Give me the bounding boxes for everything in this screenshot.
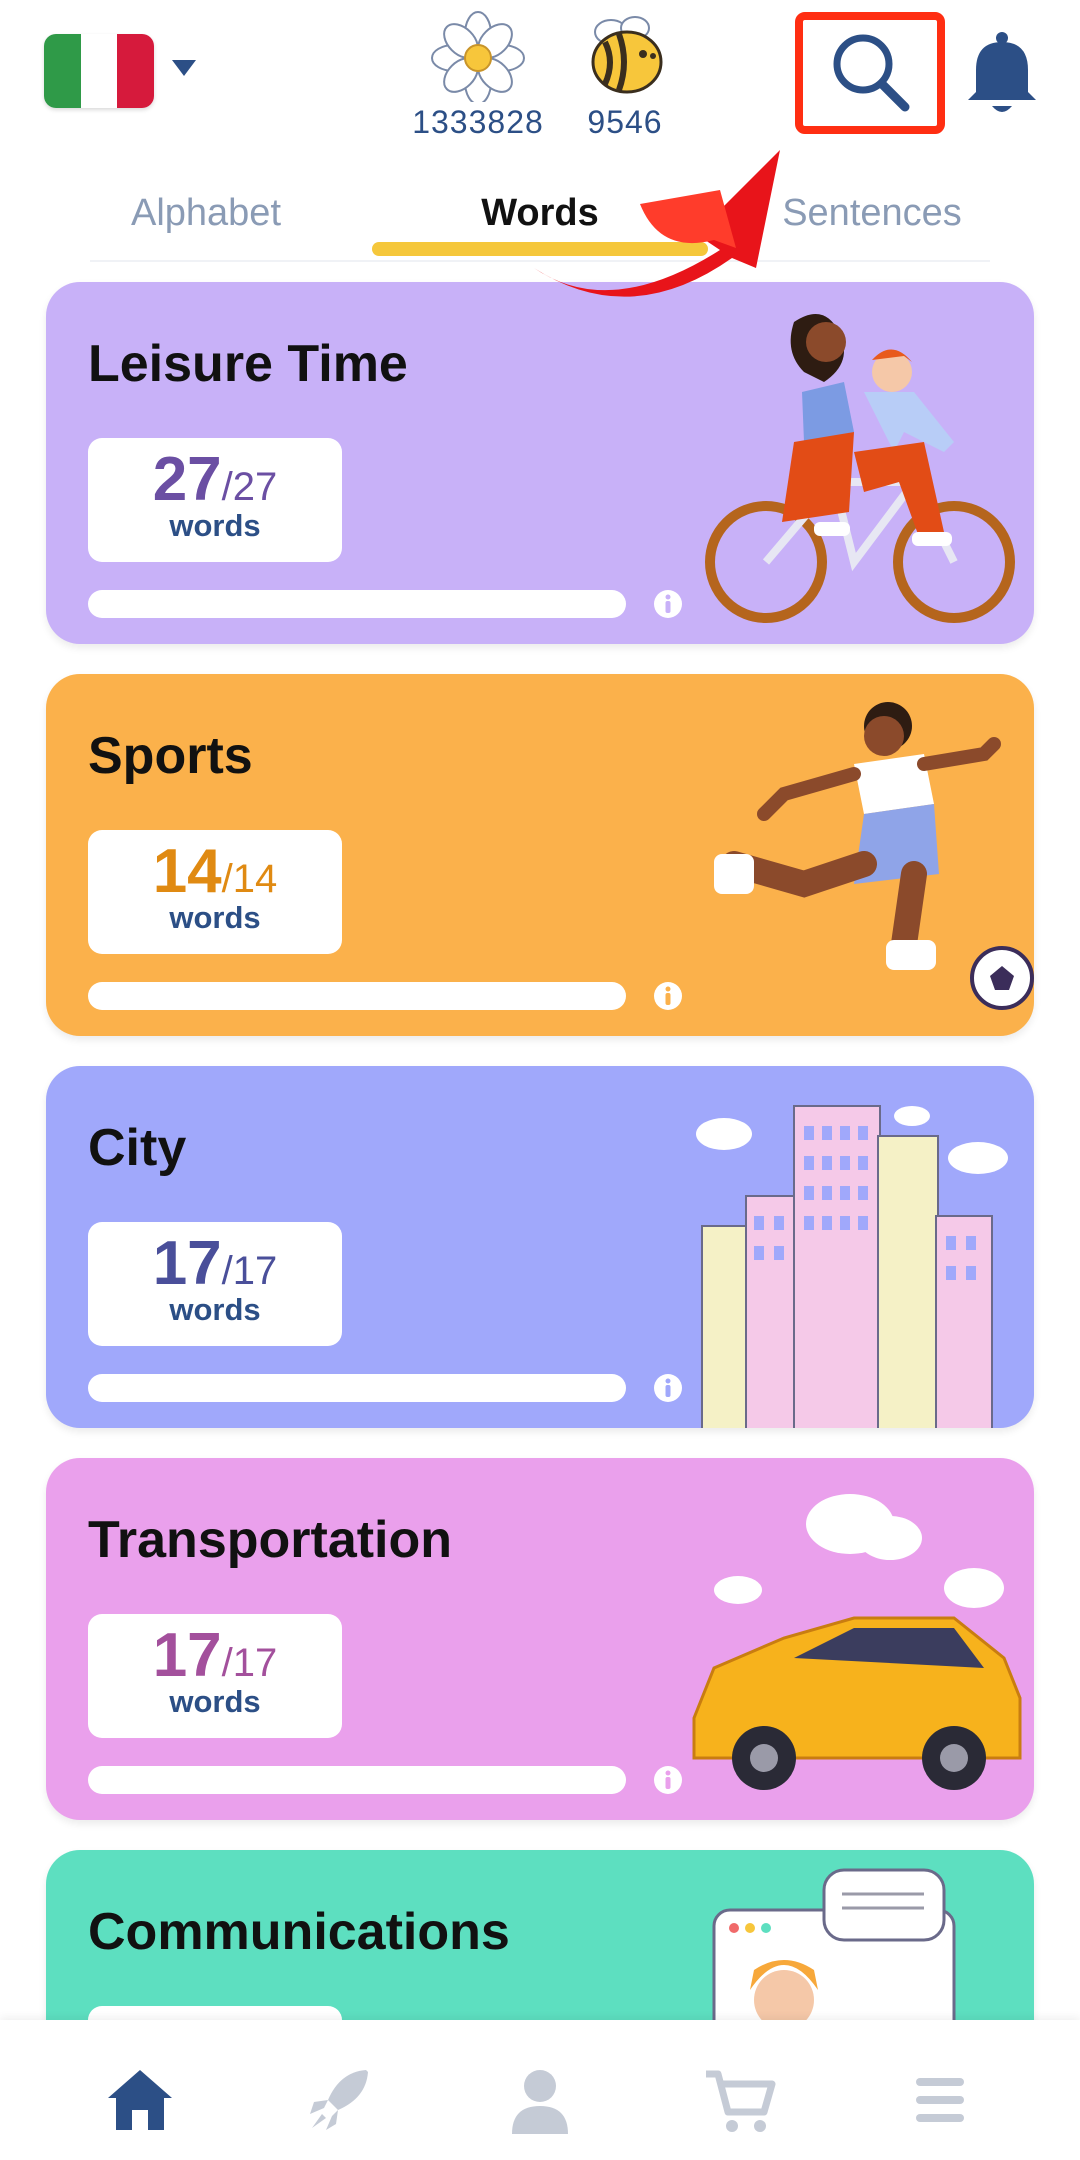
total-count: /17	[221, 1249, 278, 1293]
flowers-counter[interactable]: 1333828	[408, 10, 548, 141]
word-count-label: words	[169, 1684, 261, 1719]
app-screen: 1333828 9546 Alphabet Words Sentences Le…	[0, 0, 1080, 2160]
home-icon	[108, 2070, 172, 2130]
word-count-box: 17/17 words	[88, 1614, 342, 1738]
taxi-car-illustration	[692, 1494, 1022, 1790]
bell-icon	[968, 32, 1036, 112]
profile-icon	[512, 2070, 568, 2134]
total-count: /14	[221, 857, 278, 901]
bottom-navigation	[0, 2020, 1080, 2160]
word-count-label: words	[169, 1292, 261, 1327]
progress-bar	[88, 1374, 626, 1402]
bee-icon	[555, 10, 695, 102]
chevron-down-icon[interactable]	[172, 60, 196, 76]
search-icon	[833, 34, 910, 112]
progress-fill	[88, 1766, 626, 1794]
word-count-box: 17/17 words	[88, 1222, 342, 1346]
progress-fill	[88, 1374, 626, 1402]
category-title: Sports	[88, 727, 253, 785]
language-flag[interactable]	[44, 34, 154, 108]
learned-count: 14	[152, 837, 222, 906]
progress-bar	[88, 590, 626, 618]
progress-fill	[88, 590, 626, 618]
notifications-button[interactable]	[962, 30, 1042, 120]
learned-count: 27	[152, 445, 222, 514]
nav-rocket[interactable]	[300, 2060, 380, 2140]
category-title: City	[88, 1119, 187, 1177]
progress-bar	[88, 1766, 626, 1794]
category-card-sports[interactable]: Sports 14/14 words	[46, 674, 1034, 1036]
nav-shop[interactable]	[700, 2060, 780, 2140]
nav-menu[interactable]	[900, 2060, 980, 2140]
category-card-leisure-time[interactable]: Leisure Time 27/27 words	[46, 282, 1034, 644]
total-count: /17	[221, 1641, 278, 1685]
bees-counter[interactable]: 9546	[555, 10, 695, 141]
menu-icon	[916, 2078, 964, 2122]
nav-home[interactable]	[100, 2060, 180, 2140]
city-buildings-illustration	[696, 1105, 1008, 1428]
search-button[interactable]	[795, 12, 945, 134]
annotation-arrow	[534, 150, 780, 297]
category-title: Leisure Time	[88, 335, 408, 393]
nav-profile[interactable]	[500, 2060, 580, 2140]
flower-icon	[408, 10, 548, 105]
word-count-box: 27/27 words	[88, 438, 342, 562]
word-count-box: 14/14 words	[88, 830, 342, 954]
bicycle-couple-illustration	[705, 314, 1015, 623]
total-count: /27	[221, 465, 278, 509]
category-card-transportation[interactable]: Transportation 17/17 words	[46, 1458, 1034, 1820]
progress-fill	[88, 982, 626, 1010]
tab-alphabet[interactable]: Alphabet	[56, 192, 356, 235]
category-title: Communications	[88, 1903, 510, 1961]
progress-bar	[88, 982, 626, 1010]
category-title: Transportation	[88, 1511, 453, 1569]
rocket-icon	[310, 2070, 368, 2130]
word-count-label: words	[169, 900, 261, 935]
learned-count: 17	[152, 1229, 222, 1298]
soccer-player-illustration	[714, 702, 1034, 1010]
category-card-city[interactable]: City 17/17 words	[46, 1066, 1034, 1428]
learned-count: 17	[152, 1621, 222, 1690]
cart-icon	[706, 2070, 776, 2132]
word-count-label: words	[169, 508, 261, 543]
